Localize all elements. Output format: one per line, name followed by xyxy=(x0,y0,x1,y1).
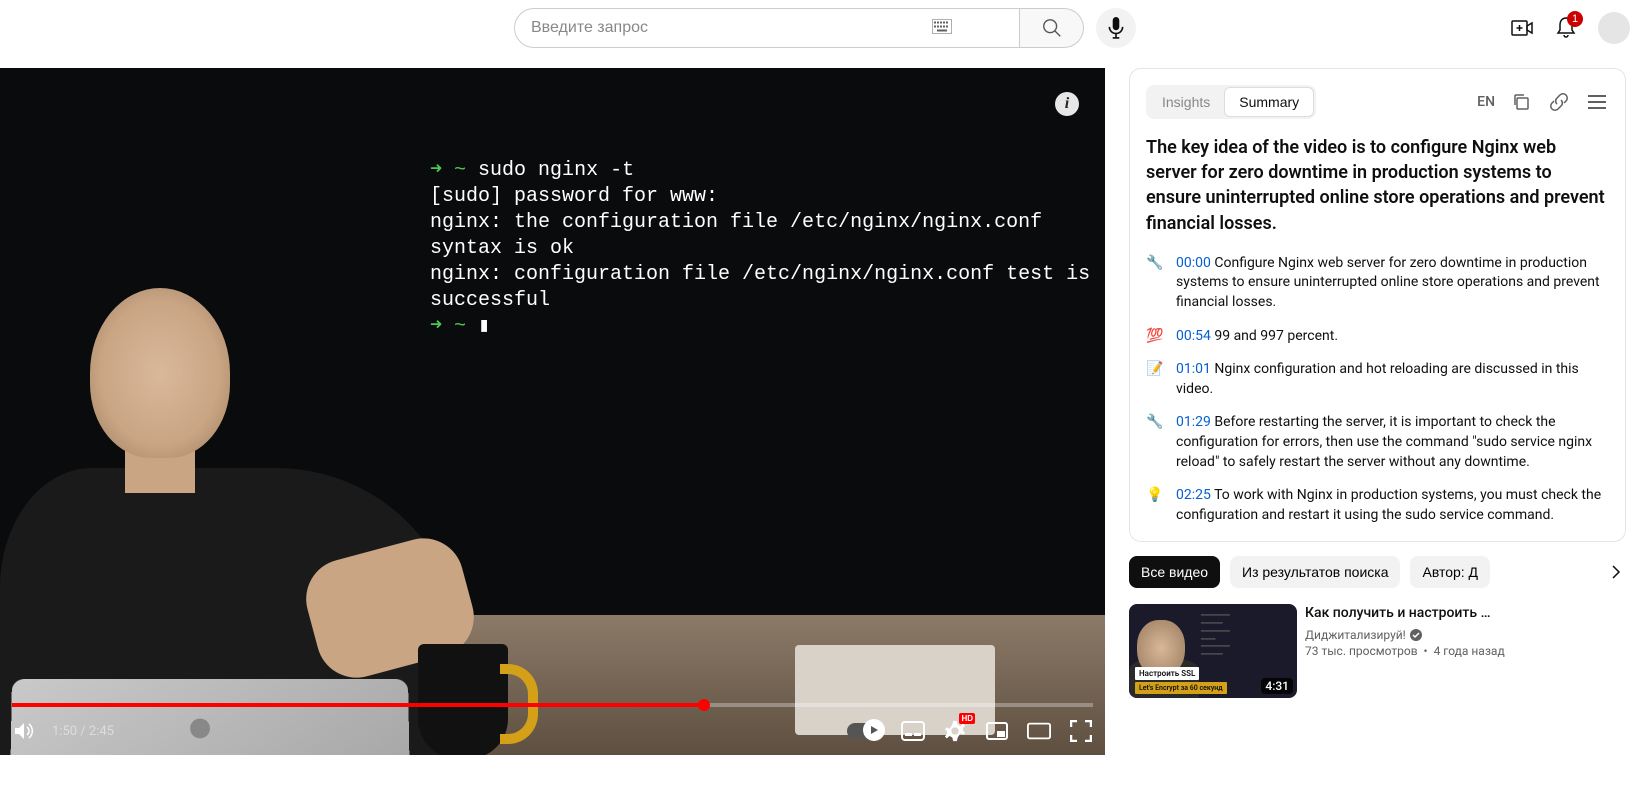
subtitles-button[interactable] xyxy=(901,719,925,743)
avatar[interactable] xyxy=(1598,12,1630,44)
keyboard-icon[interactable] xyxy=(932,19,952,38)
timestamp-text: Before restarting the server, it is impo… xyxy=(1176,414,1592,469)
timestamp-text: Nginx configuration and hot reloading ar… xyxy=(1176,361,1579,397)
hamburger-icon xyxy=(1588,95,1606,109)
mute-button[interactable] xyxy=(12,719,36,743)
chip-scroll-right[interactable] xyxy=(1600,556,1632,588)
wrench-icon: 🔧 xyxy=(1146,413,1166,472)
chip-author[interactable]: Автор: Д xyxy=(1410,556,1490,588)
summary-tabs: Insights Summary xyxy=(1146,85,1316,119)
related-meta: Как получить и настроить LetsEncrypt SSL… xyxy=(1305,604,1626,698)
search-wrap xyxy=(514,8,1136,48)
verified-icon xyxy=(1410,629,1422,641)
copy-button[interactable] xyxy=(1509,90,1533,114)
settings-button[interactable]: HD xyxy=(943,719,967,743)
timestamp-text: 99 and 997 percent. xyxy=(1214,328,1338,344)
create-video-icon xyxy=(1510,16,1534,40)
related-video[interactable]: ━━━━━━━━━━━━━━━━━━━━━━━━━━━━━━━━━━━━━━━━… xyxy=(1129,604,1626,698)
hd-badge: HD xyxy=(959,713,975,724)
notification-badge: 1 xyxy=(1567,11,1583,27)
key-idea: The key idea of the video is to configur… xyxy=(1146,135,1609,236)
microphone-icon xyxy=(1108,17,1124,39)
play-icon xyxy=(868,724,880,736)
timestamp-text: To work with Nginx in production systems… xyxy=(1176,487,1601,523)
miniplayer-icon xyxy=(986,722,1008,740)
related-title[interactable]: Как получить и настроить LetsEncrypt SSL… xyxy=(1305,604,1495,624)
timestamp-item: 🔧 01:29 Before restarting the server, it … xyxy=(1146,413,1609,472)
duration-badge: 4:31 xyxy=(1261,678,1293,694)
tab-summary[interactable]: Summary xyxy=(1224,87,1314,117)
chevron-right-icon xyxy=(1611,564,1621,580)
thumb-badge: Let's Encrypt за 60 секунд xyxy=(1135,682,1227,694)
video-player[interactable]: ʆ ➜ ~ sudo nginx -t [sudo] password for … xyxy=(0,68,1105,755)
timestamp-item: 💡 02:25 To work with Nginx in production … xyxy=(1146,486,1609,525)
timestamp-link[interactable]: 01:29 xyxy=(1176,414,1211,430)
fullscreen-icon xyxy=(1070,720,1092,742)
card-actions: EN xyxy=(1477,90,1609,114)
theater-icon xyxy=(1027,722,1051,740)
terminal-output: ➜ ~ sudo nginx -t [sudo] password for ww… xyxy=(430,158,1105,340)
main: ʆ ➜ ~ sudo nginx -t [sudo] password for … xyxy=(0,56,1650,755)
timestamp-link[interactable]: 01:01 xyxy=(1176,361,1211,377)
filter-chips: Все видео Из результатов поиска Автор: Д xyxy=(1129,556,1626,588)
timestamp-item: 💯 00:54 99 and 997 percent. xyxy=(1146,327,1609,347)
voice-search-button[interactable] xyxy=(1096,8,1136,48)
timecode: 1:50 / 2:45 xyxy=(52,724,114,739)
create-button[interactable] xyxy=(1510,16,1534,40)
memo-icon: 📝 xyxy=(1146,360,1166,399)
chip-from-results[interactable]: Из результатов поиска xyxy=(1230,556,1400,588)
related-thumbnail[interactable]: ━━━━━━━━━━━━━━━━━━━━━━━━━━━━━━━━━━━━━━━━… xyxy=(1129,604,1297,698)
header-right: 1 xyxy=(1510,12,1630,44)
hundred-icon: 💯 xyxy=(1146,327,1166,347)
info-card-icon[interactable]: i xyxy=(1055,92,1079,116)
language-button[interactable]: EN xyxy=(1477,94,1495,110)
subtitles-icon xyxy=(901,721,925,741)
menu-button[interactable] xyxy=(1585,90,1609,114)
player-controls: 1:50 / 2:45 HD xyxy=(0,707,1105,755)
link-icon xyxy=(1549,92,1569,112)
search-icon xyxy=(1041,17,1063,39)
wrench-icon: 🔧 xyxy=(1146,254,1166,313)
search-box xyxy=(514,8,1084,48)
timestamp-link[interactable]: 00:54 xyxy=(1176,328,1211,344)
tab-insights[interactable]: Insights xyxy=(1148,87,1224,117)
timestamp-link[interactable]: 00:00 xyxy=(1176,255,1211,271)
summary-card: Insights Summary EN The key idea of the … xyxy=(1129,68,1626,542)
search-button[interactable] xyxy=(1020,8,1084,48)
thumb-badge: Настроить SSL xyxy=(1135,667,1199,680)
miniplayer-button[interactable] xyxy=(985,719,1009,743)
card-header: Insights Summary EN xyxy=(1146,85,1609,119)
sidebar: Insights Summary EN The key idea of the … xyxy=(1105,68,1650,755)
timestamp-link[interactable]: 02:25 xyxy=(1176,487,1211,503)
timestamps-list: 🔧 00:00 Configure Nginx web server for ze… xyxy=(1146,254,1609,526)
timestamp-text: Configure Nginx web server for zero down… xyxy=(1176,255,1600,310)
chip-all[interactable]: Все видео xyxy=(1129,556,1220,588)
volume-icon xyxy=(12,719,36,743)
related-stats: 73 тыс. просмотров • 4 года назад xyxy=(1305,644,1626,658)
timestamp-item: 🔧 00:00 Configure Nginx web server for ze… xyxy=(1146,254,1609,313)
copy-icon xyxy=(1512,93,1530,111)
related-channel[interactable]: Диджитализируй! xyxy=(1305,628,1626,642)
link-button[interactable] xyxy=(1547,90,1571,114)
fullscreen-button[interactable] xyxy=(1069,719,1093,743)
timestamp-item: 📝 01:01 Nginx configuration and hot reloa… xyxy=(1146,360,1609,399)
notifications-button[interactable]: 1 xyxy=(1554,16,1578,40)
autoplay-toggle[interactable] xyxy=(847,723,883,739)
bulb-icon: 💡 xyxy=(1146,486,1166,525)
header: 1 xyxy=(0,0,1650,56)
theater-button[interactable] xyxy=(1027,719,1051,743)
